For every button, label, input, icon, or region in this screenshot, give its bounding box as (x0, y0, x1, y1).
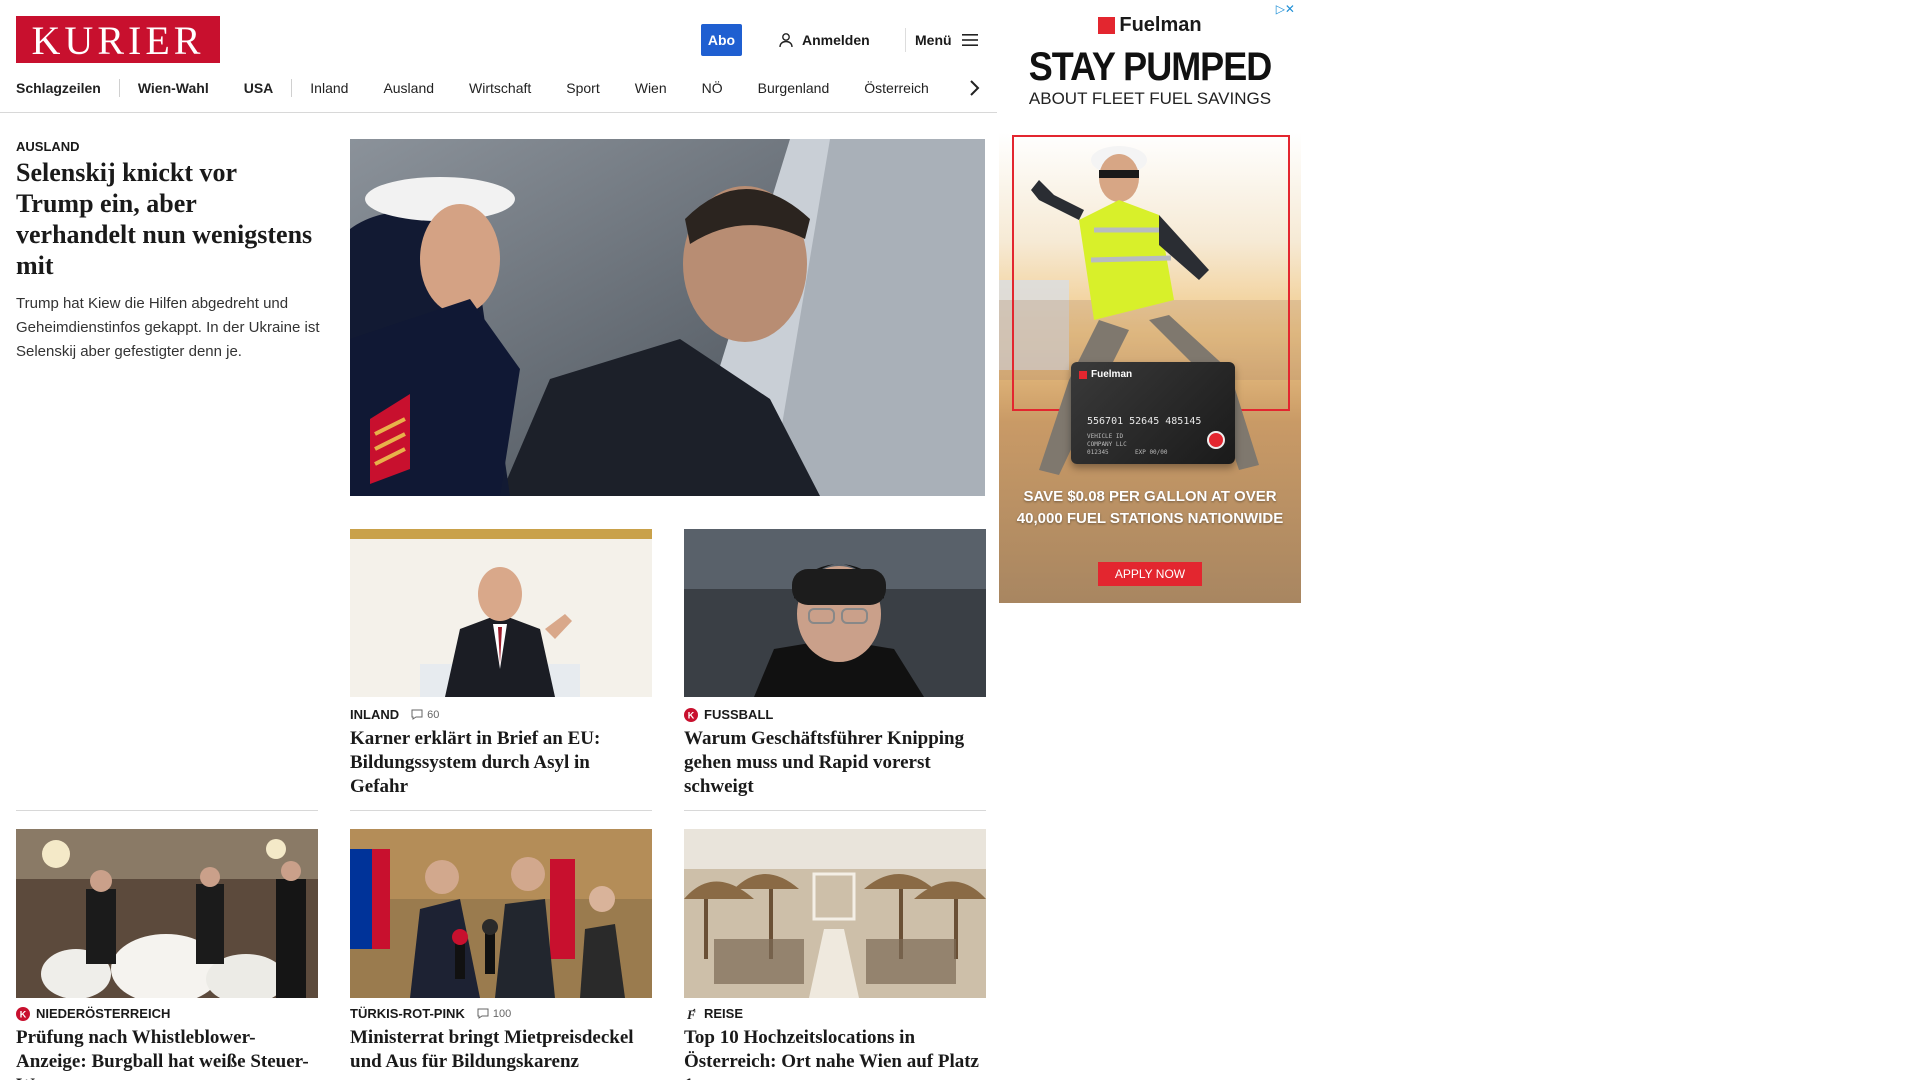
ad-offer-line1: SAVE $0.08 PER GALLON AT OVER (1023, 488, 1277, 505)
hamburger-icon (961, 34, 978, 46)
fuelman-logo-icon (1098, 17, 1116, 34)
comment-icon (477, 1008, 489, 1019)
fuel-card: Fuelman 556701 52645 485145 VEHICLE ID C… (1071, 362, 1235, 464)
nav-separator (118, 79, 120, 97)
card-headline-tuerkis-rot-pink[interactable]: Ministerrat bringt Mietpreisdeckel und A… (350, 1026, 650, 1074)
lead-kicker[interactable]: AUSLAND (16, 139, 80, 154)
section-nav: Schlagzeilen Wien-Wahl USA Inland Auslan… (16, 76, 991, 100)
chevron-right-icon[interactable] (964, 78, 984, 98)
lead-image[interactable] (350, 139, 985, 496)
card-kicker-label: TÜRKIS-ROT-PINK (350, 1006, 465, 1021)
ad-brand: Fuelman (999, 14, 1301, 37)
nav-item-inland[interactable]: Inland (310, 80, 348, 96)
ad-apply-button[interactable]: APPLY NOW (1098, 562, 1202, 586)
card-headline-reise[interactable]: Top 10 Hochzeitslocations in Österreich:… (684, 1026, 984, 1080)
nav-item-ausland[interactable]: Ausland (383, 80, 434, 96)
kurier-plus-icon: K (16, 1006, 30, 1021)
svg-text:K: K (688, 710, 695, 720)
menu-button[interactable]: Menü (915, 29, 978, 51)
card-divider (684, 810, 986, 811)
comment-count[interactable]: 60 (411, 709, 439, 721)
nav-item-schlagzeilen[interactable]: Schlagzeilen (16, 80, 101, 96)
ad-offer-line2: 40,000 FUEL STATIONS NATIONWIDE (1016, 510, 1284, 527)
menu-label: Menü (915, 32, 952, 48)
nav-item-wien[interactable]: Wien (635, 80, 667, 96)
card-kicker-label: FUSSBALL (704, 707, 774, 722)
card-kicker-reise[interactable]: f REISE (684, 1006, 743, 1021)
nav-item-noe[interactable]: NÖ (702, 80, 723, 96)
card-brand: Fuelman (1091, 369, 1133, 380)
card-image-inland[interactable] (350, 529, 652, 697)
lead-headline[interactable]: Selenskij knickt vor Trump ein, aber ver… (16, 157, 316, 281)
nav-item-usa[interactable]: USA (244, 80, 274, 96)
card-image-niederoesterreich[interactable] (16, 829, 318, 998)
column-divider (16, 810, 318, 811)
comment-icon (411, 709, 423, 720)
card-kicker-label: INLAND (350, 707, 400, 722)
login-button[interactable]: Anmelden (778, 29, 870, 51)
login-label: Anmelden (802, 32, 870, 48)
kurier-logo[interactable]: KURIER (16, 16, 220, 63)
header-divider-line (0, 112, 997, 113)
card-logo-icon (1079, 370, 1087, 379)
kurier-plus-icon: K (684, 707, 698, 722)
card-kicker-label: REISE (704, 1006, 744, 1021)
card-kicker-fussball[interactable]: K FUSSBALL (684, 707, 773, 722)
card-exp: EXP 00/00 (1135, 449, 1168, 456)
card-headline-fussball[interactable]: Warum Geschäftsführer Knipping gehen mus… (684, 727, 986, 799)
freizeit-icon: f (686, 1007, 696, 1021)
ad-headline: STAY PUMPED (1028, 43, 1272, 89)
comment-count-value: 100 (492, 1007, 512, 1020)
card-kicker-niederoesterreich[interactable]: K NIEDERÖSTERREICH (16, 1006, 170, 1021)
card-number: 556701 52645 485145 (1087, 416, 1202, 427)
svg-text:K: K (20, 1009, 27, 1019)
header-divider (905, 28, 906, 52)
card-headline-inland[interactable]: Karner erklärt in Brief an EU: Bildungss… (350, 727, 650, 799)
card-line2: COMPANY LLC (1087, 441, 1127, 448)
nav-separator (291, 79, 293, 97)
ad-subhead: ABOUT FLEET FUEL SAVINGS (1028, 89, 1272, 108)
fuelman-ad[interactable]: ▷✕ Fuelman STAY PUMPED ABOUT FLEET FUEL … (999, 0, 1301, 603)
card-image-reise[interactable] (684, 829, 986, 998)
card-line1: VEHICLE ID (1087, 433, 1124, 440)
ad-brand-label: Fuelman (1119, 14, 1202, 36)
user-icon (779, 33, 793, 48)
card-kicker-tuerkis-rot-pink[interactable]: TÜRKIS-ROT-PINK 100 (350, 1006, 511, 1021)
lead-teaser: Trump hat Kiew die Hilfen abgedreht und … (16, 295, 320, 360)
card-image-tuerkis-rot-pink[interactable] (350, 829, 652, 998)
nav-item-oesterreich[interactable]: Österreich (864, 80, 929, 96)
nav-item-sport[interactable]: Sport (566, 80, 599, 96)
abo-button[interactable]: Abo (701, 24, 742, 56)
card-headline-niederoesterreich[interactable]: Prüfung nach Whistleblower-Anzeige: Burg… (16, 1026, 316, 1080)
nav-item-burgenland[interactable]: Burgenland (758, 80, 830, 96)
comment-count[interactable]: 100 (477, 1008, 511, 1020)
nav-item-wirtschaft[interactable]: Wirtschaft (469, 80, 531, 96)
nav-item-wien-wahl[interactable]: Wien-Wahl (138, 80, 209, 96)
card-emblem-icon (1207, 431, 1225, 449)
card-line3: 012345 (1087, 449, 1109, 456)
card-kicker-label: NIEDERÖSTERREICH (36, 1006, 171, 1021)
card-kicker-inland[interactable]: INLAND 60 (350, 707, 439, 722)
card-divider (350, 810, 652, 811)
comment-count-value: 60 (427, 708, 440, 721)
card-image-fussball[interactable] (684, 529, 986, 697)
